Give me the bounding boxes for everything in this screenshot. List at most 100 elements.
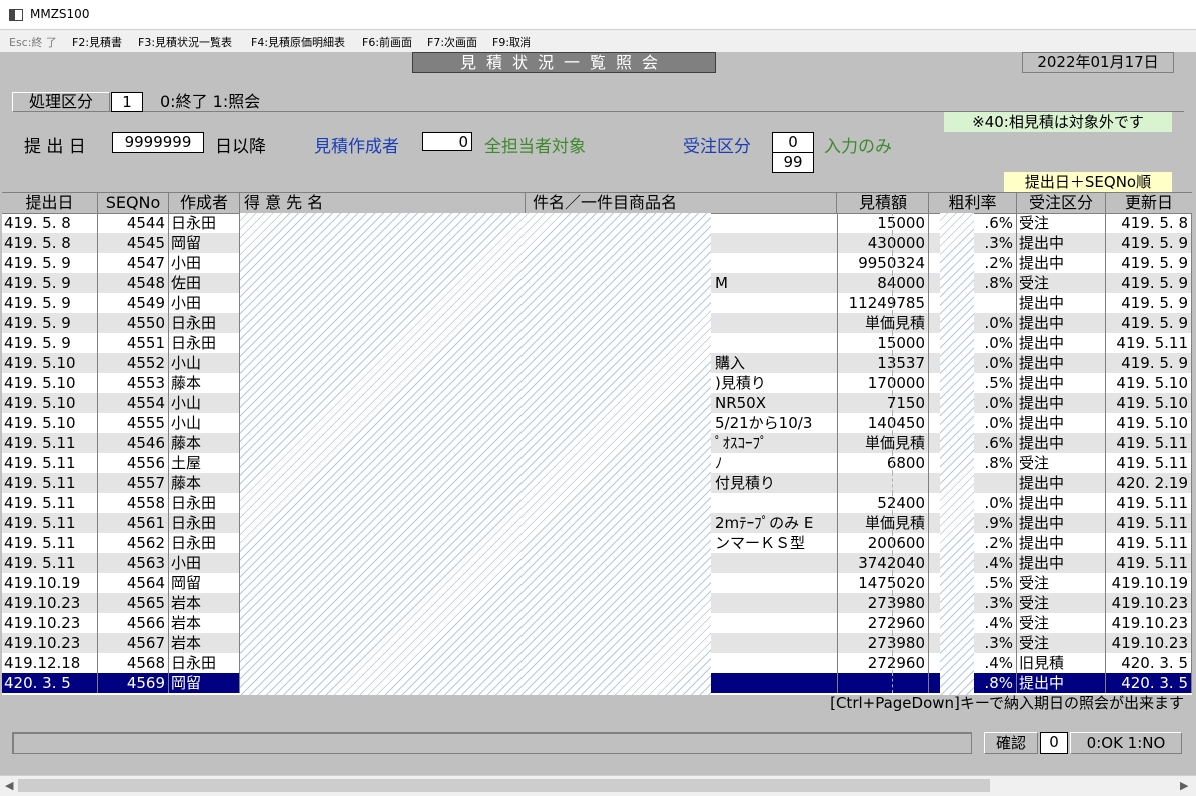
cell-status: 提出中: [1017, 673, 1106, 693]
amount-divider: [892, 573, 893, 593]
cell-seq: 4565: [98, 593, 169, 613]
amount-divider: [892, 333, 893, 353]
cell-creator: 日永田: [169, 493, 240, 513]
processing-type-options: 0:終了 1:照会: [160, 92, 261, 111]
window-title: MMZS100: [30, 7, 90, 21]
submit-date-suffix: 日以降: [215, 137, 266, 157]
processing-type-input[interactable]: 1: [111, 92, 143, 112]
amount-divider: [892, 313, 893, 333]
cell-amount: 273980: [838, 633, 929, 653]
submit-date-input[interactable]: 9999999: [112, 132, 204, 153]
confirm-label: 確認: [984, 732, 1038, 754]
cell-seq: 4556: [98, 453, 169, 473]
cell-status: 提出中: [1017, 233, 1106, 253]
col-creator[interactable]: 作成者: [169, 193, 240, 213]
ctrl-pagedown-hint: [Ctrl+PageDown]キーで納入期日の照会が出来ます: [830, 694, 1184, 712]
cell-seq: 4568: [98, 653, 169, 673]
cell-seq: 4569: [98, 673, 169, 693]
cell-amount: 170000: [838, 373, 929, 393]
cell-status: 受注: [1017, 273, 1106, 293]
cell-seq: 4557: [98, 473, 169, 493]
cell-seq: 4563: [98, 553, 169, 573]
cell-amount: 単価見積: [838, 433, 929, 453]
cell-creator: 藤本: [169, 373, 240, 393]
cell-subj2: [713, 633, 838, 653]
cell-date: 420. 3. 5: [2, 673, 98, 693]
scroll-right-icon[interactable]: ▶: [1180, 779, 1188, 792]
main-form: 見積状況一覧照会 2022年01月17日 処理区分 1 0:終了 1:照会 ※4…: [2, 52, 1194, 774]
cell-updated: 419.10.23: [1106, 633, 1192, 653]
menu-f3-status-list[interactable]: F3:見積状況一覧表: [138, 34, 232, 50]
menu-esc-exit[interactable]: Esc:終 了: [9, 34, 57, 50]
cell-creator: 日永田: [169, 513, 240, 533]
col-seqno[interactable]: SEQNo: [98, 193, 169, 213]
cell-subj2: [713, 233, 838, 253]
menu-f2-estimate[interactable]: F2:見積書: [72, 34, 122, 50]
cell-status: 提出中: [1017, 513, 1106, 533]
grid-header: 提出日 SEQNo 作成者 得 意 先 名 件名／一件目商品名 見積額 粗利率 …: [2, 193, 1192, 214]
col-customer[interactable]: 得 意 先 名: [240, 193, 526, 213]
cell-status: 提出中: [1017, 333, 1106, 353]
cell-amount: 9950324: [838, 253, 929, 273]
cell-updated: 419. 5.11: [1106, 493, 1192, 513]
amount-divider: [892, 613, 893, 633]
cell-seq: 4561: [98, 513, 169, 533]
cell-creator: 岡留: [169, 233, 240, 253]
cell-subj2: 5/21から10/3: [713, 413, 838, 433]
cell-status: 提出中: [1017, 433, 1106, 453]
menu-f6-prev[interactable]: F6:前画面: [362, 34, 412, 50]
cell-subj2: [713, 213, 838, 233]
cell-updated: 419. 5. 9: [1106, 293, 1192, 313]
col-margin[interactable]: 粗利率: [929, 193, 1017, 213]
col-subject[interactable]: 件名／一件目商品名: [527, 193, 837, 213]
estimate-grid[interactable]: 提出日 SEQNo 作成者 得 意 先 名 件名／一件目商品名 見積額 粗利率 …: [2, 192, 1192, 695]
col-amount[interactable]: 見積額: [838, 193, 929, 213]
cell-date: 419. 5.11: [2, 533, 98, 553]
scroll-thumb[interactable]: [18, 779, 990, 792]
menu-f4-cost-detail[interactable]: F4:見積原価明細表: [251, 34, 345, 50]
cell-creator: 小山: [169, 353, 240, 373]
status-bar: [12, 732, 972, 754]
menu-f9-cancel[interactable]: F9:取消: [492, 34, 531, 50]
cell-date: 419. 5.11: [2, 493, 98, 513]
cell-status: 提出中: [1017, 293, 1106, 313]
cell-subj2: [713, 613, 838, 633]
cell-status: 提出中: [1017, 473, 1106, 493]
order-type-label: 受注区分: [683, 137, 751, 157]
cell-subj2: NR50X: [713, 393, 838, 413]
col-submit-date[interactable]: 提出日: [2, 193, 98, 213]
cell-seq: 4548: [98, 273, 169, 293]
col-updated[interactable]: 更新日: [1106, 193, 1192, 213]
amount-divider: [892, 373, 893, 393]
order-type-from-input[interactable]: 0: [772, 132, 814, 153]
amount-divider: [892, 413, 893, 433]
confirm-area: 確認 0 0:OK 1:NO: [984, 732, 1184, 754]
cell-seq: 4549: [98, 293, 169, 313]
cell-seq: 4552: [98, 353, 169, 373]
confirm-input[interactable]: 0: [1040, 732, 1068, 754]
order-type-desc: 入力のみ: [824, 137, 892, 157]
menu-f7-next[interactable]: F7:次画面: [427, 34, 477, 50]
order-type-to-input[interactable]: 99: [772, 152, 814, 173]
col-order-status[interactable]: 受注区分: [1017, 193, 1106, 213]
horizontal-scrollbar[interactable]: ◀ ▶: [0, 775, 1196, 796]
cell-subj2: [713, 253, 838, 273]
cell-status: 提出中: [1017, 393, 1106, 413]
creator-input[interactable]: 0: [422, 132, 472, 151]
screen-title: 見積状況一覧照会: [412, 52, 716, 73]
title-bar: MMZS100: [0, 0, 1196, 30]
cell-creator: 日永田: [169, 533, 240, 553]
cell-updated: 419. 5.11: [1106, 453, 1192, 473]
cell-subj2: ﾟｵｽｺｰﾌﾟ: [713, 433, 838, 453]
scroll-left-icon[interactable]: ◀: [5, 779, 13, 792]
cell-date: 419. 5.11: [2, 473, 98, 493]
cell-creator: 日永田: [169, 213, 240, 233]
cell-updated: 419. 5.11: [1106, 553, 1192, 573]
cell-status: 受注: [1017, 613, 1106, 633]
cell-subj2: 付見積り: [713, 473, 838, 493]
cell-amount: 430000: [838, 233, 929, 253]
cell-date: 419. 5.11: [2, 433, 98, 453]
cell-status: 受注: [1017, 633, 1106, 653]
cell-seq: 4547: [98, 253, 169, 273]
cell-date: 419. 5. 9: [2, 333, 98, 353]
